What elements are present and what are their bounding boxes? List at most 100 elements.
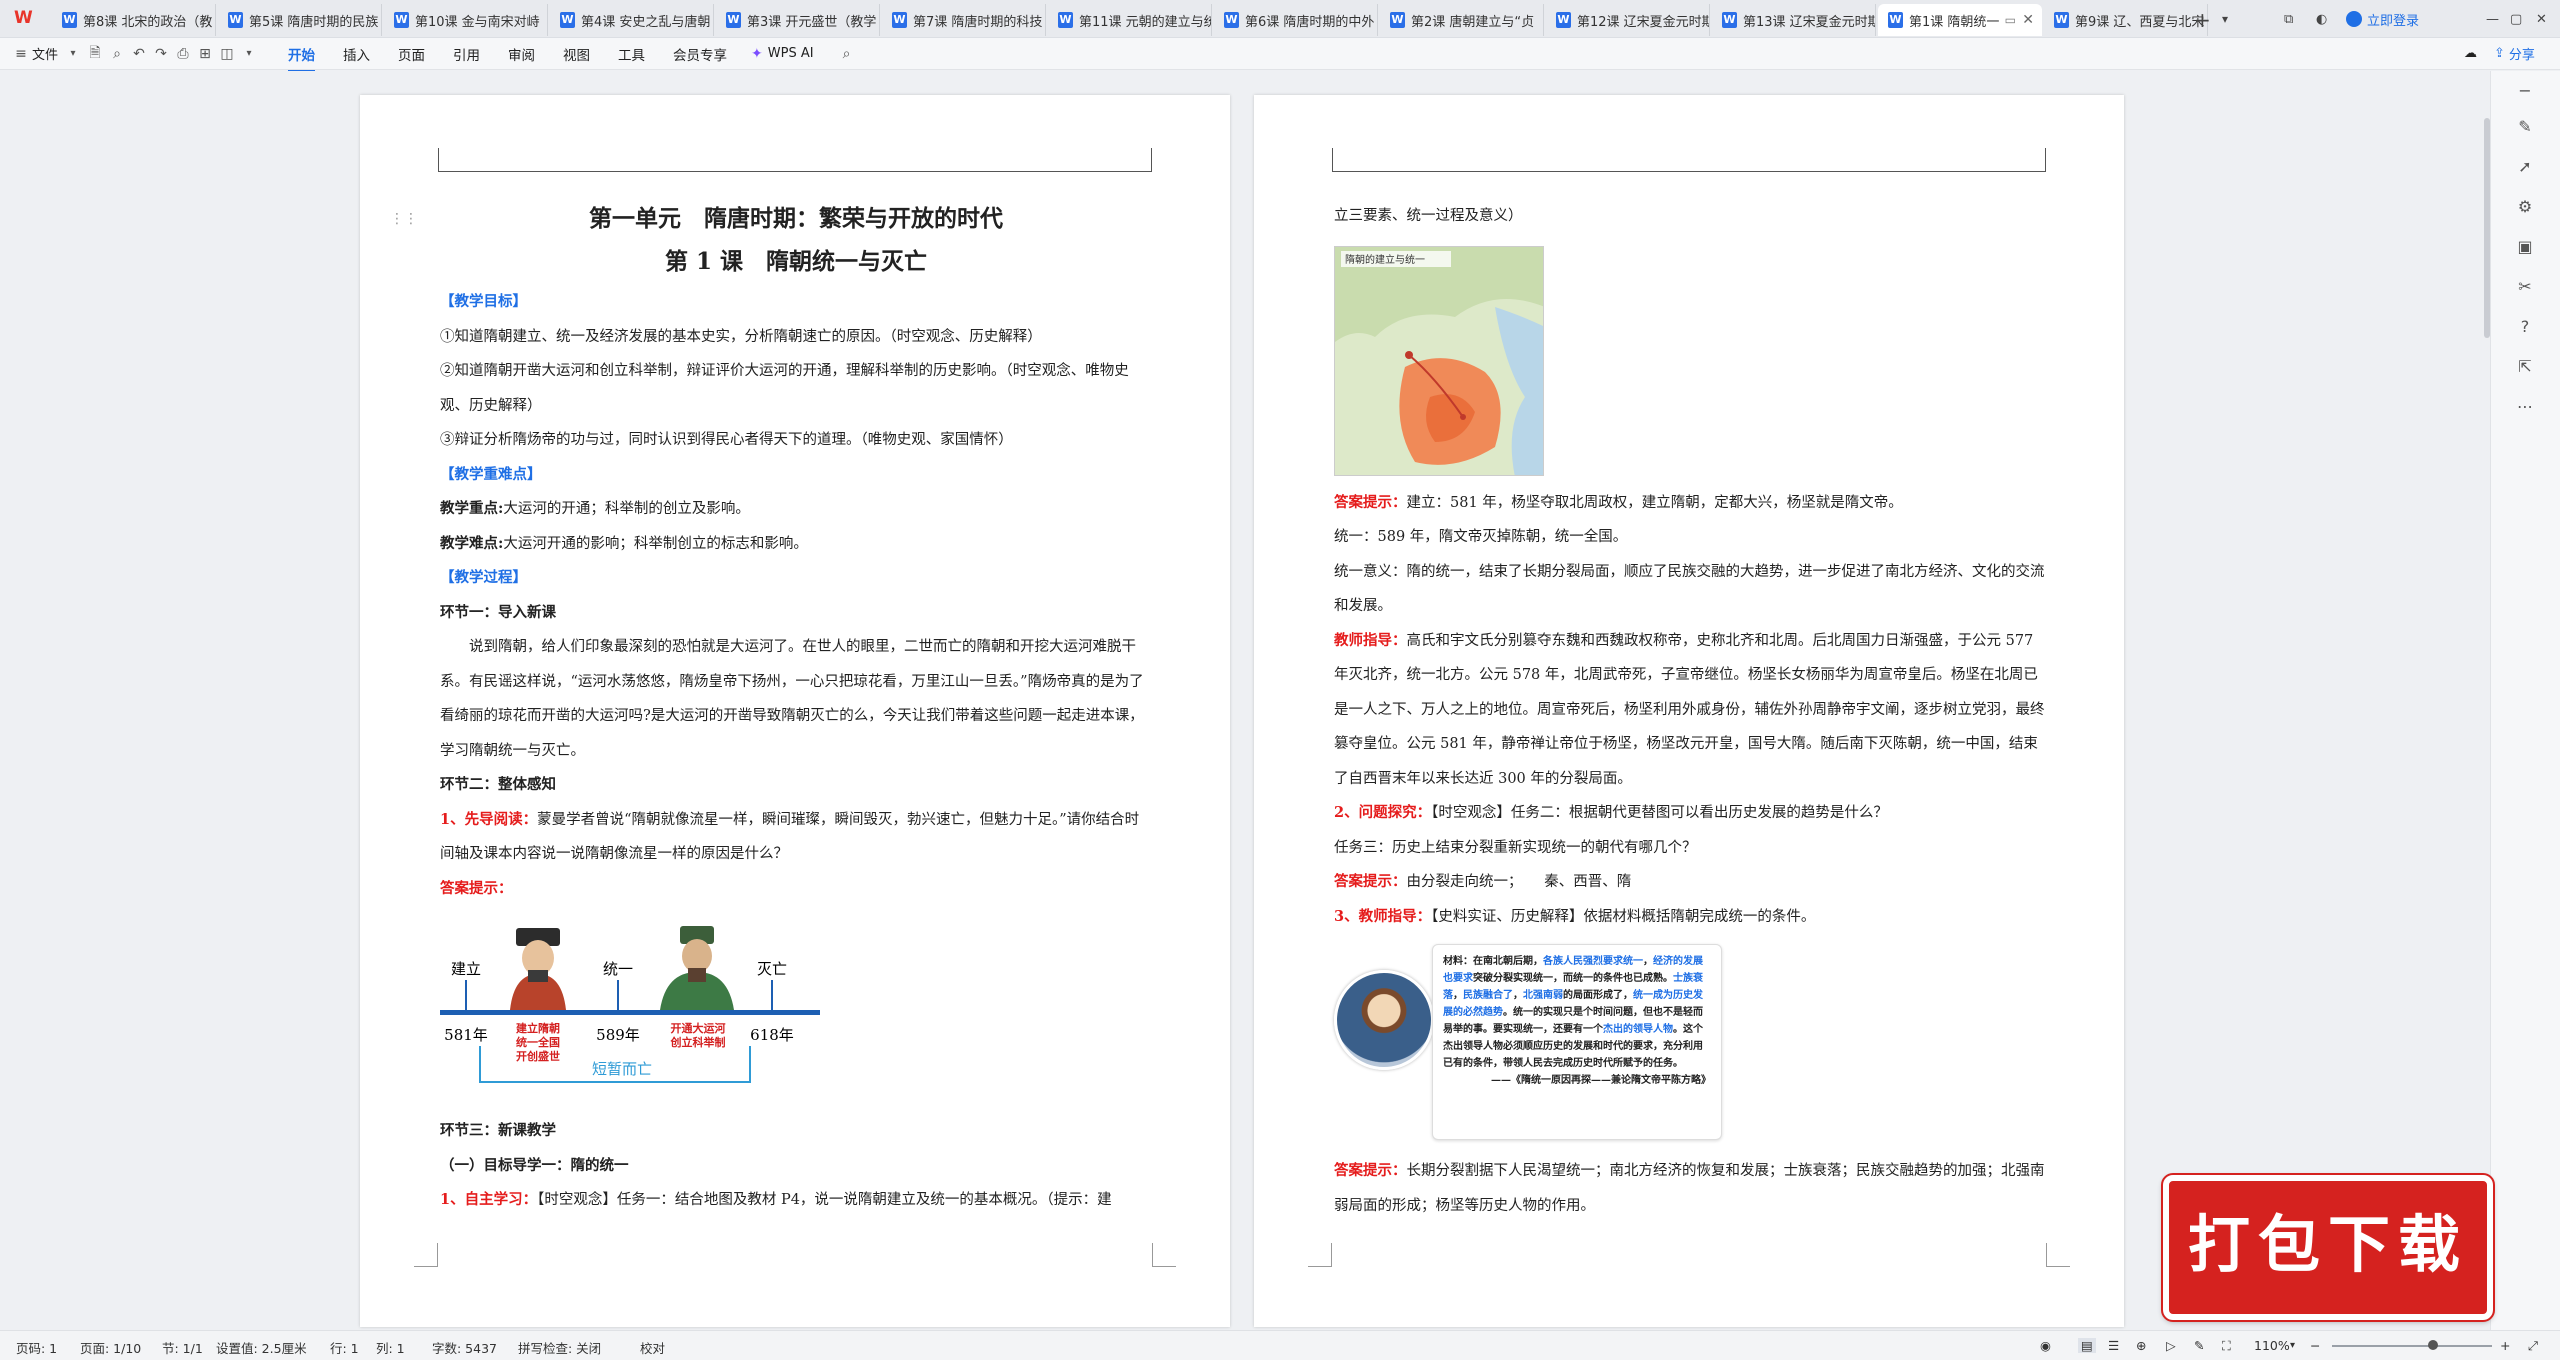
word-doc-icon: W <box>2054 12 2069 28</box>
ribbon-tab[interactable]: 开始 <box>288 48 315 64</box>
document-tab[interactable]: W 第6课 隋唐时期的中外 <box>1214 4 1378 36</box>
minimize-icon[interactable]: — <box>2486 0 2499 38</box>
document-tab[interactable]: W 第11课 元朝的建立与统 <box>1048 4 1212 36</box>
document-page-1[interactable]: ⋮⋮ 第一单元 隋唐时期：繁荣与开放的时代 第 1 课 隋朝统一与灭亡 【教学目… <box>360 95 1230 1327</box>
status-section[interactable]: 节: 1/1 <box>162 1338 203 1357</box>
document-tab[interactable]: W 第12课 辽宋夏金元时期 <box>1546 4 1710 36</box>
hamburger-menu-icon[interactable]: ≡ <box>10 46 32 62</box>
status-setting[interactable]: 设置值: 2.5厘米 <box>216 1338 307 1357</box>
ribbon-tab[interactable]: 工具 <box>618 48 645 64</box>
zoom-slider[interactable] <box>2332 1345 2492 1347</box>
zoom-in-icon[interactable]: + <box>2500 1338 2510 1353</box>
fit-page-icon[interactable]: ⤢ <box>2528 1338 2538 1354</box>
document-tab[interactable]: W 第13课 辽宋夏金元时期 <box>1712 4 1876 36</box>
material-box: 材料：在南北朝后期，各族人民强烈要求统一，经济的发展也要求突破分裂实现统一，而统… <box>1432 944 1722 1140</box>
teacher-guide-2-label: 3、教师指导： <box>1334 907 1432 925</box>
status-proofread[interactable]: 校对 <box>640 1338 665 1357</box>
ribbon-tab[interactable]: 插入 <box>343 48 370 64</box>
more-chevron-icon[interactable]: ▾ <box>238 48 260 59</box>
redo-icon[interactable]: ↷ <box>150 46 172 62</box>
play-icon[interactable]: ▷ <box>2166 1338 2176 1353</box>
ribbon-tab[interactable]: 会员专享 <box>673 48 727 64</box>
tl-fall: 灭亡 <box>757 960 787 978</box>
eye-protection-icon[interactable]: ◉ <box>2040 1338 2051 1353</box>
document-tab[interactable]: W 第1课 隋朝统一 ▭ ✕ <box>1878 4 2042 36</box>
page-view-icon[interactable]: ▤ <box>2078 1338 2096 1353</box>
ribbon-tab[interactable]: 视图 <box>563 48 590 64</box>
export-pdf-icon[interactable]: ⊞ <box>194 46 216 62</box>
preview-icon[interactable]: ◫ <box>216 46 238 62</box>
question-text: 【时空观念】任务二：根据朝代更替图可以看出历史发展的趋势是什么？ <box>1431 805 1888 821</box>
adjust-icon[interactable]: ⚙ <box>2511 197 2539 221</box>
document-tab[interactable]: W 第10课 金与南宋对峙 <box>384 4 548 36</box>
page-corner-br <box>1152 1243 1176 1267</box>
material-highlight-7: 杰出的领导人物 <box>1603 1024 1673 1035</box>
sui-timeline-figure: 建立 统一 灭亡 581年 589年 618年 建立隋朝 统一全国 开创盛世 开通大… <box>440 914 1152 1112</box>
document-tab[interactable]: W 第5课 隋唐时期的民族 <box>218 4 382 36</box>
save-icon[interactable]: 🗎 <box>84 42 106 66</box>
right-sidebar: − ✎ ➚ ⚙ ▣ ✂ ? ⇱ ⋯ <box>2490 71 2560 1330</box>
undo-icon[interactable]: ↶ <box>128 46 150 62</box>
share-button[interactable]: ⇪ 分享 <box>2494 44 2535 63</box>
search-icon[interactable]: ⌕ <box>836 46 858 62</box>
diff-label: 教学难点: <box>440 534 504 552</box>
download-promo-banner[interactable]: 打包下载 <box>2161 1173 2495 1322</box>
step-2-heading: 环节二：整体感知 <box>440 776 556 793</box>
tab-monitor-icon[interactable]: ▭ <box>2005 13 2016 27</box>
login-link[interactable]: 立即登录 <box>2367 10 2419 29</box>
zoom-out-icon[interactable]: − <box>2310 1338 2320 1353</box>
minus-icon[interactable]: − <box>2511 81 2539 105</box>
more-options-icon[interactable]: ⋯ <box>2511 397 2539 421</box>
document-tab[interactable]: W 第2课 唐朝建立与“贞 <box>1380 4 1544 36</box>
status-page-number[interactable]: 页码: 1 <box>16 1338 57 1357</box>
zoom-level[interactable]: 110% <box>2254 1338 2290 1353</box>
wps-ai-button[interactable]: ✦ WPS AI <box>751 46 814 62</box>
tools-icon[interactable]: ✂ <box>2511 277 2539 301</box>
status-col[interactable]: 列: 1 <box>376 1338 405 1357</box>
close-window-icon[interactable]: ✕ <box>2536 0 2547 38</box>
file-chevron-icon[interactable]: ▾ <box>62 48 84 59</box>
status-row[interactable]: 行: 1 <box>330 1338 359 1357</box>
task-3: 任务三：历史上结束分裂重新实现统一的朝代有哪几个？ <box>1334 839 1697 856</box>
wps-logo-icon[interactable]: W <box>14 8 42 30</box>
document-tab[interactable]: W 第7课 隋唐时期的科技 <box>882 4 1046 36</box>
status-pages[interactable]: 页面: 1/10 <box>80 1338 141 1357</box>
pre-reading-text: 蒙曼学者曾说“隋朝就像流星一样，瞬间璀璨，瞬间毁灭，勃兴速亡，但魅力十足。”请你… <box>440 811 1140 863</box>
ribbon-tab[interactable]: 页面 <box>398 48 425 64</box>
status-spellcheck[interactable]: 拼写检查: 关闭 <box>518 1338 601 1357</box>
fullscreen-icon[interactable]: ⛶ <box>2222 1338 2231 1354</box>
edit-pen-icon[interactable]: ✎ <box>2511 117 2539 141</box>
image-tool-icon[interactable]: ▣ <box>2511 237 2539 261</box>
print-icon[interactable]: ⎙ <box>172 46 194 62</box>
ribbon-tab[interactable]: 审阅 <box>508 48 535 64</box>
format-painter-icon[interactable]: ⌕ <box>106 46 128 62</box>
select-arrow-icon[interactable]: ➚ <box>2511 157 2539 181</box>
cloud-sync-icon[interactable]: ☁ <box>2464 46 2477 61</box>
document-tab[interactable]: W 第8课 北宋的政治（教 <box>52 4 216 36</box>
document-workspace[interactable]: ⋮⋮ 第一单元 隋唐时期：繁荣与开放的时代 第 1 课 隋朝统一与灭亡 【教学目… <box>0 71 2490 1330</box>
tab-list-chevron-icon[interactable]: ▾ <box>2222 12 2228 26</box>
write-mode-icon[interactable]: ✎ <box>2194 1338 2204 1353</box>
new-tab-plus-icon[interactable]: + <box>2194 8 2211 32</box>
document-tab[interactable]: W 第4课 安史之乱与唐朝 <box>550 4 714 36</box>
ribbon-tab[interactable]: 引用 <box>453 48 480 64</box>
tl-note-line: 创立科举制 <box>670 1035 726 1049</box>
outline-view-icon[interactable]: ☰ <box>2108 1338 2119 1353</box>
skin-icon[interactable]: ◐ <box>2316 0 2327 38</box>
web-view-icon[interactable]: ⊕ <box>2136 1338 2146 1353</box>
document-page-2[interactable]: 立三要素、统一过程及意义） 隋朝的建立与统一 答案提示：建立：581 年，杨坚夺… <box>1254 95 2124 1327</box>
zoom-dropdown-icon[interactable]: ▾ <box>2290 1340 2295 1351</box>
maximize-icon[interactable]: ▢ <box>2510 0 2522 38</box>
zoom-slider-handle[interactable] <box>2428 1340 2438 1350</box>
tab-label: 第6课 隋唐时期的中外 <box>1245 14 1375 30</box>
status-word-count[interactable]: 字数: 5437 <box>432 1338 497 1357</box>
document-tab[interactable]: W 第9课 辽、西夏与北宋 <box>2044 4 2208 36</box>
login-area[interactable]: 立即登录 <box>2346 0 2419 38</box>
window-layout-icon[interactable]: ⧉ <box>2284 0 2293 38</box>
file-menu[interactable]: 文件 <box>32 44 58 63</box>
share-doc-icon[interactable]: ⇱ <box>2511 357 2539 381</box>
help-icon[interactable]: ? <box>2511 317 2539 341</box>
close-tab-icon[interactable]: ✕ <box>2022 12 2034 28</box>
drag-handle-icon[interactable]: ⋮⋮ <box>390 211 418 227</box>
document-tab[interactable]: W 第3课 开元盛世（教学 <box>716 4 880 36</box>
